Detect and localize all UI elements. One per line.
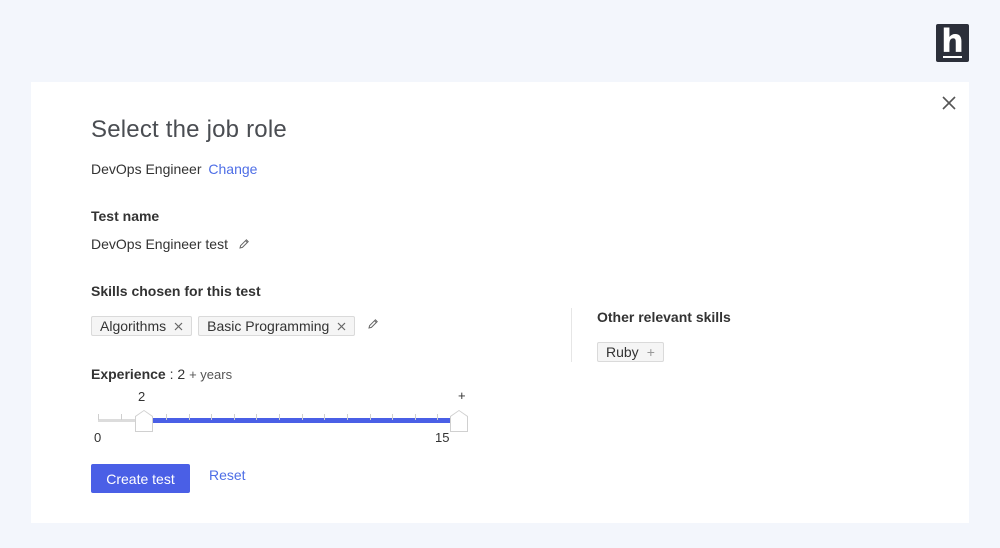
slider-max-label: 15: [435, 430, 450, 445]
skill-chip-label: Ruby: [606, 344, 639, 360]
other-skill-chip-ruby[interactable]: Ruby +: [597, 342, 664, 362]
slider-low-value: 2: [138, 389, 146, 404]
slider-tick: [301, 414, 303, 420]
slider-tick: [188, 414, 190, 420]
other-skills-label: Other relevant skills: [597, 309, 731, 325]
chosen-skills: Algorithms Basic Programming: [91, 316, 379, 336]
test-name-value: DevOps Engineer test: [91, 236, 228, 252]
brand-logo: h: [936, 24, 969, 62]
change-role-link[interactable]: Change: [208, 161, 257, 177]
skill-chip-label: Algorithms: [100, 318, 167, 334]
reset-link[interactable]: Reset: [209, 467, 246, 483]
dialog-title: Select the job role: [91, 116, 287, 143]
pencil-icon[interactable]: [367, 317, 379, 335]
slider-tick: [369, 414, 371, 420]
test-name-row: DevOps Engineer test: [91, 236, 250, 253]
slider-tick: [392, 414, 394, 420]
slider-min-label: 0: [94, 430, 102, 445]
logo-underline: [943, 56, 962, 58]
slider-range-fill: [145, 418, 455, 423]
create-test-button[interactable]: Create test: [91, 464, 190, 493]
close-small-icon[interactable]: [174, 322, 183, 331]
experience-suffix: + years: [189, 367, 233, 382]
slider-tick: [98, 414, 99, 420]
experience-row: Experience : 2 + years: [91, 366, 232, 382]
other-skills: Ruby +: [597, 342, 670, 362]
plus-icon[interactable]: +: [647, 344, 655, 360]
slider-tick: [279, 414, 280, 420]
skill-chip-label: Basic Programming: [207, 318, 330, 334]
experience-slider[interactable]: 2 + 0 15: [94, 388, 468, 445]
experience-label: Experience: [91, 366, 166, 382]
test-name-label: Test name: [91, 208, 160, 224]
column-divider: [571, 308, 572, 362]
skill-chip-algorithms: Algorithms: [91, 316, 193, 336]
selected-role-line: DevOps Engineer Change: [91, 161, 257, 177]
slider-tick: [256, 414, 258, 420]
slider-tick: [120, 414, 122, 420]
slider-tick: [414, 414, 416, 420]
slider-high-value: +: [458, 388, 466, 403]
pencil-icon[interactable]: [238, 237, 250, 253]
slider-tick: [437, 414, 439, 420]
close-icon[interactable]: [941, 95, 957, 111]
experience-value: 2: [177, 366, 186, 382]
slider-tick: [211, 414, 213, 420]
slider-tick: [233, 414, 235, 420]
select-job-role-dialog: Select the job role DevOps Engineer Chan…: [31, 82, 969, 523]
selected-role: DevOps Engineer: [91, 161, 202, 177]
skills-label: Skills chosen for this test: [91, 283, 261, 299]
skill-chip-basic-programming: Basic Programming: [198, 316, 356, 336]
slider-tick: [324, 414, 326, 420]
logo-letter: h: [941, 22, 964, 60]
slider-tick: [346, 414, 348, 420]
slider-tick: [165, 414, 167, 420]
close-small-icon[interactable]: [337, 322, 346, 331]
